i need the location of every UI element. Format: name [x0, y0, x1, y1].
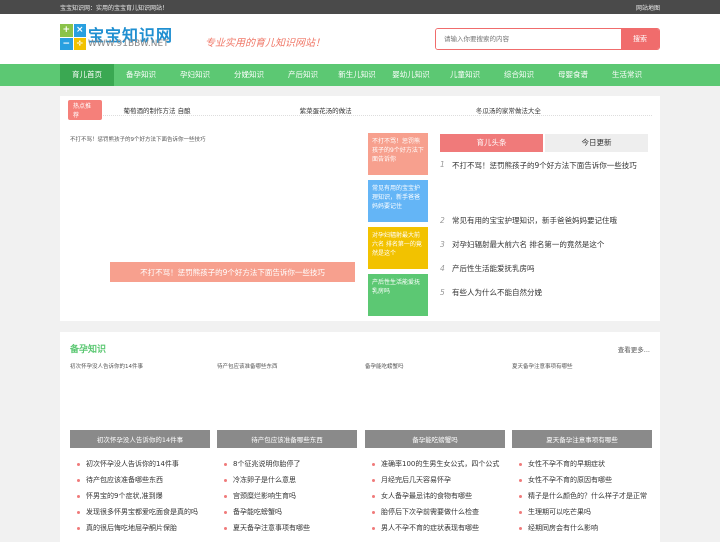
tile-link[interactable]: 产后性生活能爱抚乳房吗: [368, 274, 428, 316]
hot-badge: 热点推荐: [68, 99, 102, 120]
site-logo[interactable]: + × − ÷ 宝宝知识网 WWW.91BBW.NET: [60, 24, 180, 52]
hero-image-alt: 不打不骂！惩罚熊孩子的9个好方法下面告诉你一些技巧: [70, 137, 206, 143]
nav-item[interactable]: 母婴食谱: [546, 64, 600, 86]
article-thumb[interactable]: 待产包应该准备哪些东西: [217, 362, 357, 430]
side-tiles: 不打不骂！惩罚熊孩子的9个好方法下面告诉你 常见有用的宝宝护理知识，新手爸爸妈妈…: [368, 133, 428, 321]
nav-item[interactable]: 产后知识: [276, 64, 330, 86]
article-column: 备孕能吃螃蟹吗 备孕能吃螃蟹吗 准确率100的生男生女公式，四个公式 月经完后几…: [365, 362, 505, 536]
hot-item[interactable]: 紫菜蛋花汤的做法: [300, 105, 476, 115]
nav-item[interactable]: 生活常识: [600, 64, 654, 86]
list-item[interactable]: 发现很多怀男宝都爱吃面食是真的吗: [70, 504, 210, 520]
headline-list: 1 不打不骂！惩罚熊孩子的9个好方法下面告诉你一些技巧 2 常见有用的宝宝护理知识，…: [440, 158, 650, 304]
nav-item[interactable]: 备孕知识: [114, 64, 168, 86]
list-item[interactable]: 待产包应该准备哪些东西: [70, 472, 210, 488]
thumb-caption[interactable]: 夏天备孕注意事项有哪些: [512, 430, 652, 448]
logo-url: WWW.91BBW.NET: [88, 39, 169, 49]
nav-item[interactable]: 新生儿知识: [330, 64, 384, 86]
article-column: 夏天备孕注意事项有哪些 夏天备孕注意事项有哪些 女性不孕不育的早期症状 女性不孕…: [512, 362, 652, 536]
list-item[interactable]: 月经完后几天容易怀孕: [365, 472, 505, 488]
sitemap-link[interactable]: 网站地图: [636, 3, 660, 12]
featured-section: 热点推荐 葡萄酒的制作方法 自酿 紫菜蛋花汤的做法 冬瓜汤的家常做法大全 不打不…: [60, 96, 660, 321]
list-item[interactable]: 冷冻卵子是什么意思: [217, 472, 357, 488]
nav-item[interactable]: 孕妇知识: [168, 64, 222, 86]
headline-tabs: 育儿头条 今日更新: [440, 134, 650, 152]
slogan: 专业实用的育儿知识网站！: [205, 38, 325, 49]
tab-today[interactable]: 今日更新: [545, 134, 648, 152]
list-item[interactable]: 夏天备孕注意事项有哪些: [217, 520, 357, 536]
list-item[interactable]: 生理期可以吃芒果吗: [512, 504, 652, 520]
list-item[interactable]: 8个征兆说明你胎停了: [217, 456, 357, 472]
more-link[interactable]: 查看更多...: [618, 344, 650, 354]
thumb-caption[interactable]: 初次怀孕没人告诉你的14件事: [70, 430, 210, 448]
hot-item[interactable]: 葡萄酒的制作方法 自酿: [124, 105, 300, 115]
list-item[interactable]: 备孕能吃螃蟹吗: [217, 504, 357, 520]
article-thumb[interactable]: 初次怀孕没人告诉你的14件事: [70, 362, 210, 430]
site-tagline: 宝宝知识网：实用的宝宝育儿知识网站！: [60, 4, 169, 12]
list-item[interactable]: 胎停后下次孕前需要做什么检查: [365, 504, 505, 520]
hot-item[interactable]: 冬瓜汤的家常做法大全: [476, 105, 652, 115]
nav-item-home[interactable]: 育儿首页: [60, 64, 114, 86]
thumb-caption[interactable]: 备孕能吃螃蟹吗: [365, 430, 505, 448]
list-item[interactable]: 精子是什么颜色的？什么样子才是正常: [512, 488, 652, 504]
list-item[interactable]: 女性不孕不育的早期症状: [512, 456, 652, 472]
tile-link[interactable]: 对孕妇辐射最大前六名 排名第一的竟然是这个: [368, 227, 428, 269]
article-column: 待产包应该准备哪些东西 待产包应该准备哪些东西 8个征兆说明你胎停了 冷冻卵子是…: [217, 362, 357, 536]
header: + × − ÷ 宝宝知识网 WWW.91BBW.NET 专业实用的育儿知识网站！…: [0, 14, 720, 64]
nav-item[interactable]: 婴幼儿知识: [384, 64, 438, 86]
section-title: 备孕知识: [70, 345, 107, 355]
tab-headlines[interactable]: 育儿头条: [440, 134, 543, 152]
search-button[interactable]: 搜索: [621, 29, 659, 49]
list-item[interactable]: 真的很后悔吃地屈孕酮片保胎: [70, 520, 210, 536]
list-item[interactable]: 1 不打不骂！惩罚熊孩子的9个好方法下面告诉你一些技巧: [440, 158, 650, 194]
list-item[interactable]: 经期同房会有什么影响: [512, 520, 652, 536]
search-input[interactable]: [436, 29, 621, 49]
search-box: 搜索: [435, 28, 660, 50]
logo-icon: + × − ÷: [60, 24, 86, 50]
list-item[interactable]: 准确率100的生男生女公式，四个公式: [365, 456, 505, 472]
list-item[interactable]: 女人备孕最忌讳的食物有哪些: [365, 488, 505, 504]
list-item[interactable]: 男人不孕不育的症状表现有哪些: [365, 520, 505, 536]
list-item[interactable]: 女性不孕不育的原因有哪些: [512, 472, 652, 488]
list-item[interactable]: 宫颈糜烂影响生育吗: [217, 488, 357, 504]
nav-item[interactable]: 儿童知识: [438, 64, 492, 86]
nav-item[interactable]: 综合知识: [492, 64, 546, 86]
list-item[interactable]: 3 对孕妇辐射最大前六名 排名第一的竟然是这个: [440, 232, 650, 256]
list-item[interactable]: 4 产后性生活能爱抚乳房吗: [440, 256, 650, 280]
hot-bar: 热点推荐 葡萄酒的制作方法 自酿 紫菜蛋花汤的做法 冬瓜汤的家常做法大全: [68, 99, 652, 120]
top-bar: 宝宝知识网：实用的宝宝育儿知识网站！ 网站地图: [0, 0, 720, 14]
hero-image[interactable]: 不打不骂！惩罚熊孩子的9个好方法下面告诉你一些技巧: [70, 134, 360, 309]
list-item[interactable]: 初次怀孕没人告诉你的14件事: [70, 456, 210, 472]
article-thumb[interactable]: 备孕能吃螃蟹吗: [365, 362, 505, 430]
hero-caption[interactable]: 不打不骂！惩罚熊孩子的9个好方法下面告诉你一些技巧: [110, 262, 355, 282]
tile-link[interactable]: 不打不骂！惩罚熊孩子的9个好方法下面告诉你: [368, 133, 428, 175]
nav-item[interactable]: 分娩知识: [222, 64, 276, 86]
list-item[interactable]: 5 有些人为什么不能自然分娩: [440, 280, 650, 304]
pregnancy-prep-section: 备孕知识 查看更多... 初次怀孕没人告诉你的14件事 初次怀孕没人告诉你的14…: [60, 332, 660, 542]
tile-link[interactable]: 常见有用的宝宝护理知识，新手爸爸妈妈要记住: [368, 180, 428, 222]
article-column: 初次怀孕没人告诉你的14件事 初次怀孕没人告诉你的14件事 初次怀孕没人告诉你的…: [70, 362, 210, 536]
main-nav: 育儿首页 备孕知识 孕妇知识 分娩知识 产后知识 新生儿知识 婴幼儿知识 儿童知…: [0, 64, 720, 86]
list-item[interactable]: 2 常见有用的宝宝护理知识，新手爸爸妈妈要记住哦: [440, 208, 650, 232]
article-thumb[interactable]: 夏天备孕注意事项有哪些: [512, 362, 652, 430]
thumb-caption[interactable]: 待产包应该准备哪些东西: [217, 430, 357, 448]
list-item[interactable]: 怀男宝的9个症状,准到爆: [70, 488, 210, 504]
